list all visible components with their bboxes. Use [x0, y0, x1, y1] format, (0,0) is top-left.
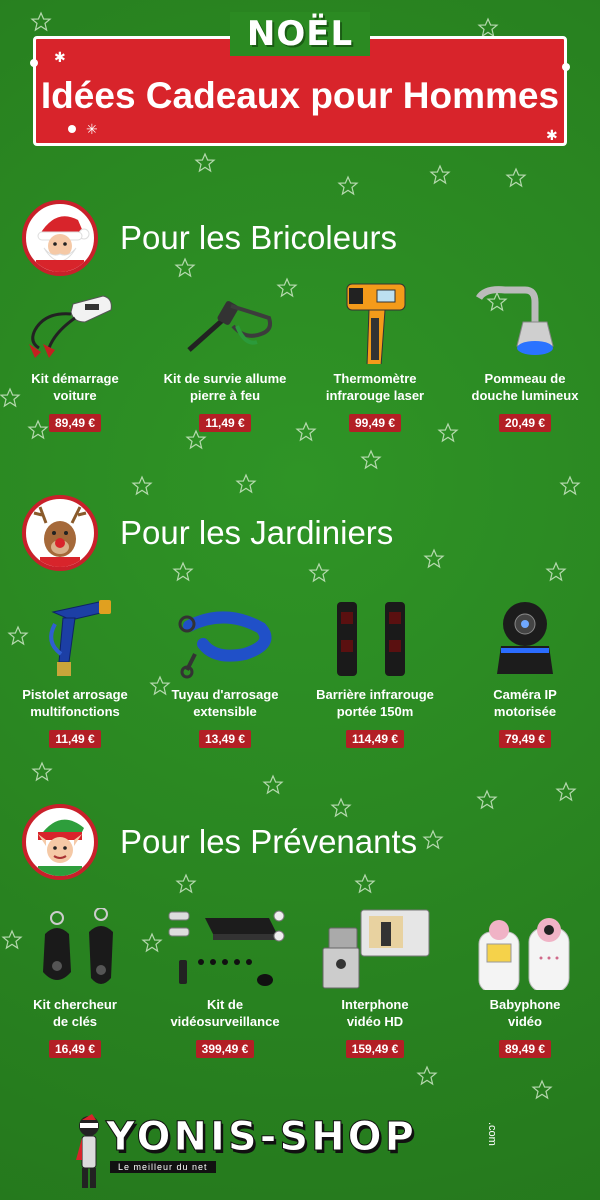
sparkle-icon: ✱ — [546, 127, 558, 143]
product-row-prevenants: Kit chercheur de clés 16,49 € Kit de vidéo… — [0, 907, 600, 1058]
noel-label-box: NOËL — [230, 12, 370, 56]
product-card[interactable]: Babyphone vidéo 89,49 € — [450, 908, 600, 1058]
section-header-bricoleurs: Pour les Bricoleurs — [22, 193, 397, 283]
infrared-barrier-icon — [315, 598, 435, 680]
key-finder-icon — [15, 907, 135, 990]
sparkle-icon: ✱ — [54, 49, 66, 65]
snow-dot — [68, 125, 76, 133]
price-tag: 89,49 € — [48, 414, 102, 432]
price-tag: 399,49 € — [195, 1040, 255, 1058]
ninja-mascot-icon — [76, 1114, 99, 1188]
price-tag: 89,49 € — [498, 1040, 552, 1058]
product-name: Kit de vidéosurveillance — [170, 997, 280, 1029]
product-name: Interphone vidéo HD — [341, 997, 409, 1029]
product-name: Pistolet arrosage multifonctions — [22, 687, 128, 719]
product-card[interactable]: Caméra IP motorisée 79,49 € — [450, 598, 600, 748]
sparkle-icon: ✳ — [86, 121, 98, 137]
product-card[interactable]: Kit de survie allume pierre à feu 11,49 € — [150, 282, 300, 432]
product-name: Pommeau de douche lumineux — [471, 371, 579, 403]
product-card[interactable]: Pommeau de douche lumineux 20,49 € — [450, 282, 600, 432]
product-name: Caméra IP motorisée — [493, 687, 557, 719]
cctv-kit-icon — [165, 908, 285, 990]
price-tag: 20,49 € — [498, 414, 552, 432]
snow-dot — [30, 59, 38, 67]
section-title: Pour les Bricoleurs — [120, 219, 397, 256]
product-name: Barrière infrarouge portée 150m — [316, 687, 434, 719]
price-tag: 114,49 € — [345, 730, 405, 748]
banner-title: Idées Cadeaux pour Hommes — [40, 75, 560, 116]
product-card[interactable]: Thermomètre infrarouge laser 99,49 € — [300, 282, 450, 432]
baby-monitor-icon — [465, 908, 585, 993]
price-tag: 99,49 € — [348, 414, 402, 432]
garden-hose-icon — [165, 598, 285, 680]
reindeer-icon — [22, 495, 98, 571]
snow-dot — [562, 63, 570, 71]
product-card[interactable]: Pistolet arrosage multifonctions 11,49 € — [0, 598, 150, 748]
product-card[interactable]: Kit de vidéosurveillance 399,49 € — [150, 908, 300, 1058]
product-card[interactable]: Interphone vidéo HD 159,49 € — [300, 908, 450, 1058]
product-name: Kit de survie allume pierre à feu — [163, 371, 287, 403]
logo-text: YONIS-SHOP — [106, 1114, 417, 1161]
section-title: Pour les Jardiniers — [120, 514, 394, 551]
product-card[interactable]: Barrière infrarouge portée 150m 114,49 € — [300, 598, 450, 748]
ip-camera-icon — [465, 598, 585, 680]
jump-starter-icon — [15, 282, 135, 364]
shower-head-icon — [465, 282, 585, 364]
price-tag: 16,49 € — [48, 1040, 102, 1058]
product-name: Babyphone vidéo — [489, 997, 561, 1029]
yonis-shop-logo[interactable]: YONIS-SHOP Le meilleur du net .com — [76, 1110, 528, 1190]
product-card[interactable]: Kit chercheur de clés 16,49 € — [0, 907, 150, 1058]
product-row-jardiniers: Pistolet arrosage multifonctions 11,49 € … — [0, 598, 600, 748]
price-tag: 13,49 € — [198, 730, 252, 748]
elf-icon — [22, 804, 98, 880]
section-header-jardiniers: Pour les Jardiniers — [22, 488, 393, 578]
section-title: Pour les Prévenants — [120, 823, 418, 860]
price-tag: 11,49 € — [199, 414, 251, 432]
product-card[interactable]: Kit démarrage voiture 89,49 € — [0, 282, 150, 432]
price-tag: 11,49 € — [49, 730, 101, 748]
product-name: Kit démarrage voiture — [31, 371, 119, 403]
product-name: Thermomètre infrarouge laser — [325, 371, 425, 403]
product-row-bricoleurs: Kit démarrage voiture 89,49 € Kit de surv… — [0, 282, 600, 432]
logo-suffix: .com — [486, 1122, 498, 1146]
price-tag: 79,49 € — [498, 730, 552, 748]
fire-starter-icon — [165, 282, 285, 364]
noel-label: NOËL — [246, 14, 354, 54]
product-name: Kit chercheur de clés — [33, 997, 117, 1029]
santa-icon — [22, 200, 98, 276]
price-tag: 159,49 € — [345, 1040, 405, 1058]
section-header-prevenants: Pour les Prévenants — [22, 797, 417, 887]
thermometer-gun-icon — [315, 282, 435, 367]
product-card[interactable]: Tuyau d'arrosage extensible 13,49 € — [150, 598, 300, 748]
video-intercom-icon — [315, 908, 435, 990]
product-name: Tuyau d'arrosage extensible — [171, 687, 279, 719]
logo-tagline: Le meilleur du net — [110, 1161, 216, 1173]
spray-gun-icon — [15, 598, 135, 680]
